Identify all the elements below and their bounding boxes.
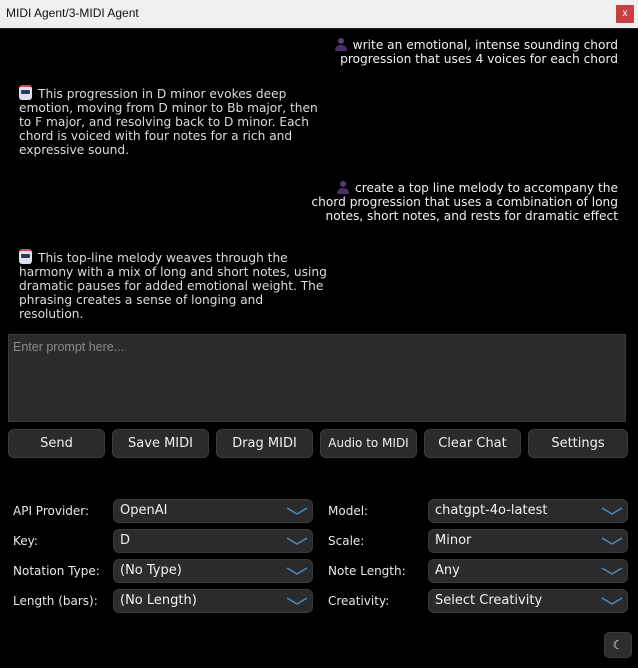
api-provider-label: API Provider: <box>13 504 90 518</box>
settings-button[interactable]: Settings <box>528 429 628 458</box>
select-value: (No Length) <box>120 593 197 608</box>
select-value: (No Type) <box>120 563 182 578</box>
message-line: chord progression that uses a combinatio… <box>311 195 618 209</box>
drag-midi-button[interactable]: Drag MIDI <box>216 429 313 458</box>
message-line: phrasing creates a sense of longing and <box>19 293 264 307</box>
message-line: create a top line melody to accompany th… <box>355 181 618 195</box>
length-bars-label: Length (bars): <box>13 594 98 608</box>
prompt-input[interactable]: Enter prompt here... <box>8 334 626 422</box>
message-line: This top-line melody weaves through the <box>38 251 288 265</box>
close-button[interactable]: x <box>616 5 634 23</box>
theme-toggle-button[interactable]: ☾ <box>604 632 632 658</box>
select-value: Select Creativity <box>435 593 543 608</box>
assistant-message: This progression in D minor evokes deep … <box>19 85 329 157</box>
chevron-down-icon <box>286 567 308 575</box>
message-line: harmony with a mix of long and short not… <box>19 265 327 279</box>
select-value: OpenAI <box>120 503 168 518</box>
clear-chat-button[interactable]: Clear Chat <box>424 429 521 458</box>
select-value: Any <box>435 563 460 578</box>
note-length-select[interactable]: Any <box>428 559 628 583</box>
send-button[interactable]: Send <box>8 429 105 458</box>
message-line: progression that uses 4 voices for each … <box>340 52 618 66</box>
api-provider-select[interactable]: OpenAI <box>113 499 313 523</box>
select-value: Minor <box>435 533 472 548</box>
chevron-down-icon <box>286 537 308 545</box>
chevron-down-icon <box>601 567 623 575</box>
message-line: expressive sound. <box>19 143 130 157</box>
select-value: D <box>120 533 131 548</box>
assistant-message: This top-line melody weaves through the … <box>19 249 329 321</box>
message-line: emotion, moving from D minor to Bb major… <box>19 101 318 115</box>
robot-avatar-icon <box>19 85 32 100</box>
window-title: MIDI Agent/3-MIDI Agent <box>6 6 139 20</box>
user-message: create a top line melody to accompany th… <box>308 181 618 223</box>
robot-avatar-icon <box>19 249 32 264</box>
notation-type-select[interactable]: (No Type) <box>113 559 313 583</box>
user-message: write an emotional, intense sounding cho… <box>318 38 618 66</box>
key-select[interactable]: D <box>113 529 313 553</box>
title-bar: MIDI Agent/3-MIDI Agent x <box>0 0 638 29</box>
user-avatar-icon <box>334 38 347 51</box>
scale-label: Scale: <box>328 534 365 548</box>
chevron-down-icon <box>601 507 623 515</box>
moon-icon: ☾ <box>612 638 624 652</box>
note-length-label: Note Length: <box>328 564 406 578</box>
message-line: notes, short notes, and rests for dramat… <box>325 209 619 223</box>
key-label: Key: <box>13 534 38 548</box>
model-label: Model: <box>328 504 369 518</box>
chevron-down-icon <box>601 597 623 605</box>
user-avatar-icon <box>337 181 350 194</box>
select-value: chatgpt-4o-latest <box>435 503 548 518</box>
chevron-down-icon <box>286 597 308 605</box>
creativity-label: Creativity: <box>328 594 390 608</box>
save-midi-button[interactable]: Save MIDI <box>112 429 209 458</box>
message-line: to F major, and resolving back to D mino… <box>19 115 309 129</box>
length-bars-select[interactable]: (No Length) <box>113 589 313 613</box>
scale-select[interactable]: Minor <box>428 529 628 553</box>
message-line: resolution. <box>19 307 84 321</box>
notation-type-label: Notation Type: <box>13 564 100 578</box>
chevron-down-icon <box>286 507 308 515</box>
message-line: This progression in D minor evokes deep <box>38 87 287 101</box>
message-line: dramatic pauses for added emotional weig… <box>19 279 324 293</box>
chat-history: write an emotional, intense sounding cho… <box>0 29 638 329</box>
chevron-down-icon <box>601 537 623 545</box>
message-line: chord is voiced with four notes for a ri… <box>19 129 293 143</box>
message-line: write an emotional, intense sounding cho… <box>352 38 618 52</box>
model-select[interactable]: chatgpt-4o-latest <box>428 499 628 523</box>
creativity-select[interactable]: Select Creativity <box>428 589 628 613</box>
audio-to-midi-button[interactable]: Audio to MIDI <box>320 429 417 458</box>
